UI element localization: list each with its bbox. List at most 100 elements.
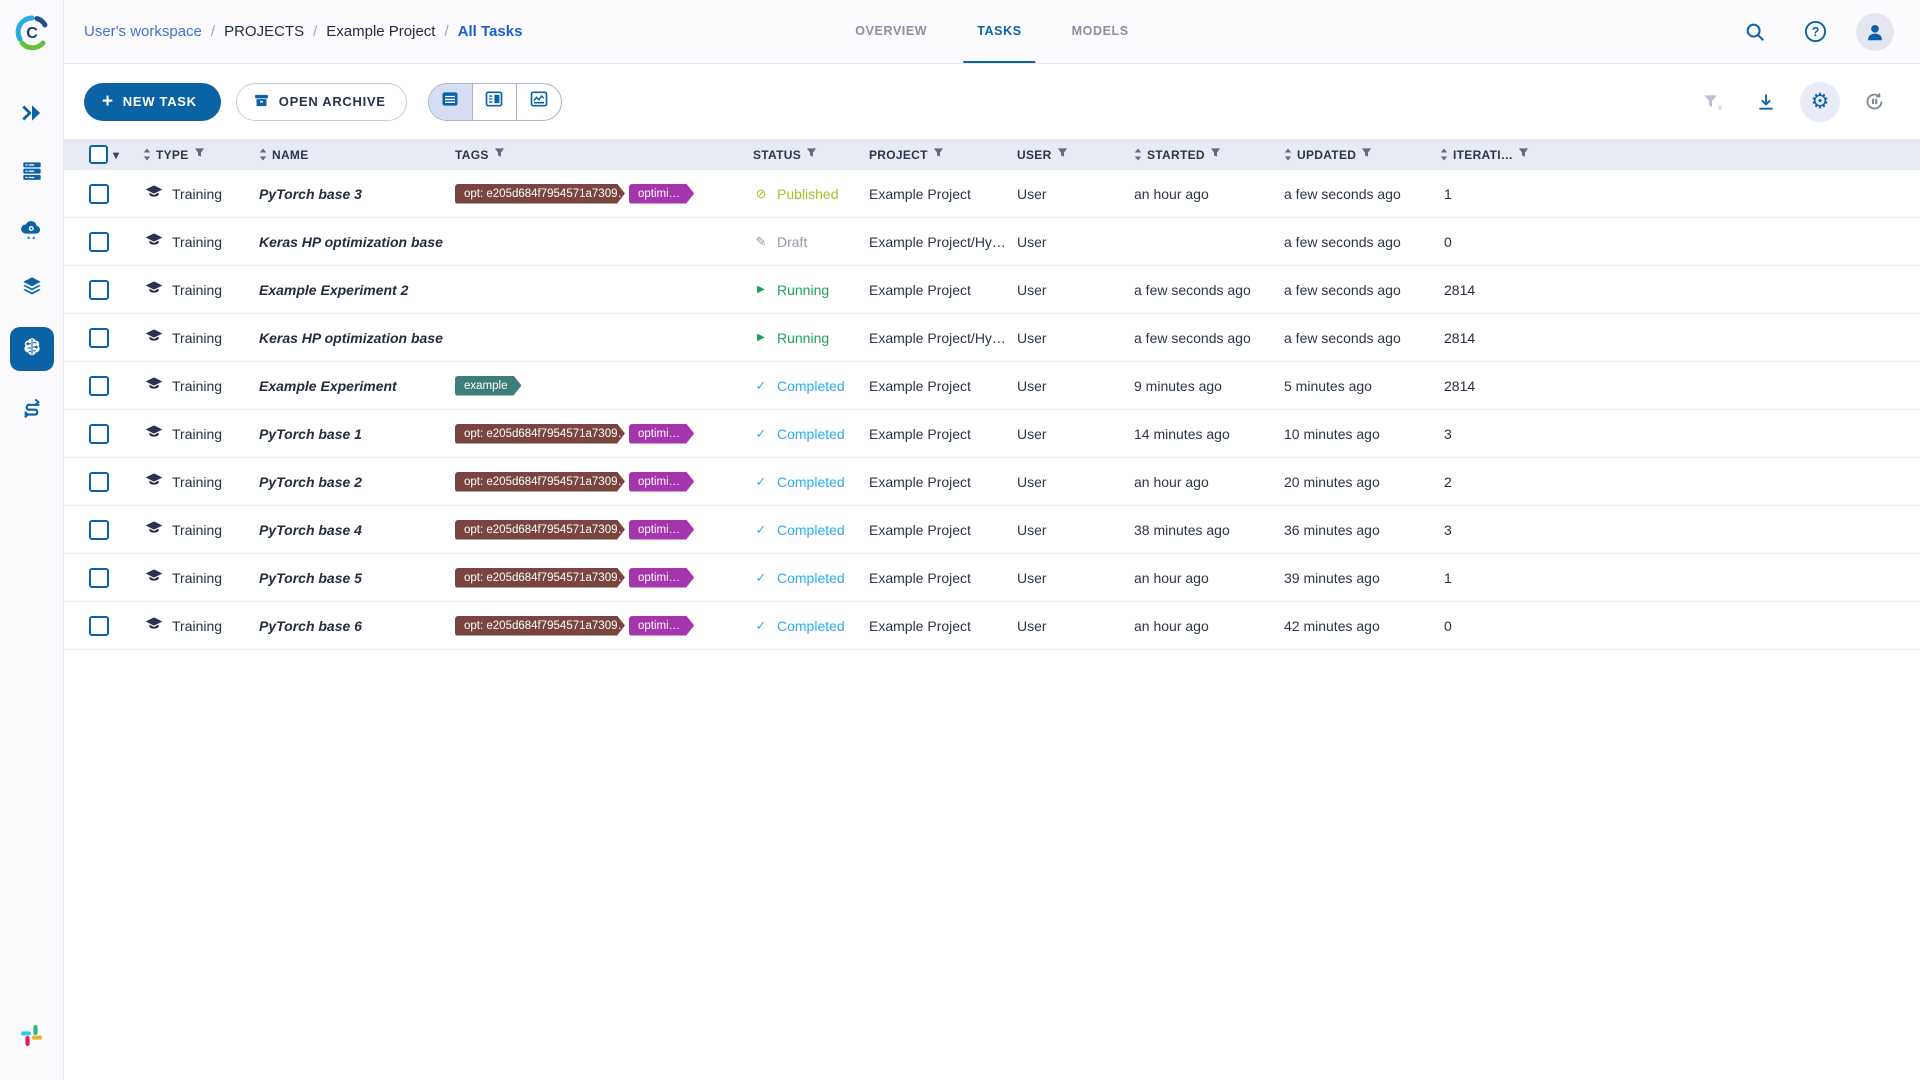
column-header-project: PROJECT [869, 147, 1017, 162]
table-row[interactable]: Training PyTorch base 3 opt: e205d684f7954… [64, 170, 1920, 218]
sidebar-item-projects[interactable] [9, 327, 54, 371]
row-checkbox[interactable] [89, 615, 109, 636]
user-cell-value: User [1017, 473, 1047, 490]
name-cell[interactable]: PyTorch base 6 [259, 618, 455, 634]
tag-badge[interactable]: opt: e205d684f7954571a7309… [455, 568, 625, 588]
name-cell[interactable]: Keras HP optimization base [259, 330, 455, 346]
name-cell[interactable]: Example Experiment [259, 378, 455, 394]
table-view-button[interactable] [428, 83, 473, 120]
project-cell: Example Project [869, 426, 1017, 442]
table-row[interactable]: Training PyTorch base 6 opt: e205d684f7954… [64, 602, 1920, 650]
sort-icon[interactable] [1440, 148, 1448, 161]
tag-badge[interactable]: optimi… [629, 616, 694, 636]
filter-icon[interactable] [806, 147, 817, 162]
user-avatar[interactable] [1856, 12, 1894, 51]
row-checkbox[interactable] [89, 327, 109, 348]
table-row[interactable]: Training PyTorch base 4 opt: e205d684f7954… [64, 506, 1920, 554]
project-cell-value: Example Project [869, 425, 971, 442]
tag-badge[interactable]: optimi… [629, 568, 694, 588]
new-task-button[interactable]: + NEW TASK [84, 82, 221, 121]
clearml-logo[interactable]: C [12, 12, 52, 57]
table-row[interactable]: Training PyTorch base 1 opt: e205d684f7954… [64, 410, 1920, 458]
download-icon[interactable] [1746, 82, 1786, 122]
search-icon[interactable] [1736, 13, 1774, 51]
filter-icon[interactable] [1361, 147, 1372, 162]
row-checkbox[interactable] [89, 183, 109, 204]
table-row[interactable]: Training Example Experiment 2 ▶ Running Exam… [64, 266, 1920, 314]
started-cell: an hour ago [1134, 570, 1284, 586]
tag-badge[interactable]: example [455, 376, 521, 396]
tag-badge[interactable]: opt: e205d684f7954571a7309… [455, 184, 625, 204]
name-cell[interactable]: Keras HP optimization base [259, 234, 455, 250]
table-row[interactable]: Training PyTorch base 5 opt: e205d684f7954… [64, 554, 1920, 602]
name-cell[interactable]: PyTorch base 4 [259, 522, 455, 538]
table-row[interactable]: Training PyTorch base 2 opt: e205d684f7954… [64, 458, 1920, 506]
table-row[interactable]: Training Keras HP optimization base ✎ Draft… [64, 218, 1920, 266]
sort-icon[interactable] [259, 148, 267, 161]
filter-icon[interactable] [1210, 147, 1221, 162]
name-cell[interactable]: PyTorch base 2 [259, 474, 455, 490]
started-cell-value: a few seconds ago [1134, 329, 1251, 346]
tag-badge[interactable]: optimi… [629, 424, 694, 444]
task-name: PyTorch base 2 [259, 473, 362, 490]
project-cell-value: Example Project [869, 281, 971, 298]
name-cell[interactable]: PyTorch base 3 [259, 186, 455, 202]
tab-overview[interactable]: OVERVIEW [841, 0, 941, 63]
sidebar-item-queues[interactable] [10, 153, 54, 193]
sort-icon[interactable] [1134, 148, 1142, 161]
row-checkbox[interactable] [89, 279, 109, 300]
select-all-checkbox[interactable] [89, 145, 108, 164]
filter-icon[interactable] [1518, 147, 1529, 162]
detail-view-button[interactable] [473, 83, 517, 120]
task-name: Keras HP optimization base [259, 233, 443, 250]
app-root: C User's workspace / PROJECTS / Example Proj… [0, 0, 1920, 1080]
breadcrumb-item[interactable]: User's workspace [84, 23, 202, 40]
row-checkbox[interactable] [89, 423, 109, 444]
compare-view-button[interactable] [517, 84, 561, 120]
row-checkbox[interactable] [89, 471, 109, 492]
tag-badge[interactable]: optimi… [629, 520, 694, 540]
name-cell[interactable]: PyTorch base 5 [259, 570, 455, 586]
started-cell-value: an hour ago [1134, 473, 1209, 490]
settings-gear-icon[interactable]: ⚙ [1800, 81, 1840, 122]
help-icon[interactable]: ? [1796, 13, 1834, 51]
tab-tasks[interactable]: TASKS [963, 0, 1036, 63]
row-checkbox[interactable] [89, 375, 109, 396]
sidebar-item-expand[interactable] [10, 95, 54, 135]
name-cell[interactable]: Example Experiment 2 [259, 282, 455, 298]
row-checkbox[interactable] [89, 231, 109, 252]
sidebar-item-pipelines[interactable] [10, 389, 54, 429]
breadcrumb-item[interactable]: Example Project [326, 23, 435, 40]
tag-badge[interactable]: opt: e205d684f7954571a7309… [455, 472, 625, 492]
breadcrumb-item[interactable]: PROJECTS [224, 23, 304, 40]
name-cell[interactable]: PyTorch base 1 [259, 426, 455, 442]
filter-icon[interactable] [194, 147, 205, 162]
iterations-cell: 2814 [1434, 282, 1920, 298]
sidebar-item-slack[interactable] [10, 1018, 54, 1058]
caret-down-icon[interactable]: ▾ [113, 148, 119, 162]
filter-icon[interactable] [1057, 147, 1068, 162]
filter-icon[interactable] [494, 147, 505, 162]
sort-icon[interactable] [1284, 148, 1292, 161]
row-checkbox[interactable] [89, 519, 109, 540]
open-archive-button[interactable]: OPEN ARCHIVE [235, 82, 407, 121]
filter-icon[interactable] [933, 147, 944, 162]
tag-badge[interactable]: opt: e205d684f7954571a7309… [455, 520, 625, 540]
user-cell-value: User [1017, 281, 1047, 298]
tag-badge[interactable]: opt: e205d684f7954571a7309… [455, 424, 625, 444]
auto-refresh-icon[interactable] [1854, 82, 1894, 122]
status-label: Completed [777, 425, 845, 442]
row-checkbox[interactable] [89, 567, 109, 588]
type-cell: Training [139, 230, 259, 253]
tab-models[interactable]: MODELS [1058, 0, 1143, 63]
table-row[interactable]: Training Keras HP optimization base ▶ Runni… [64, 314, 1920, 362]
tag-badge[interactable]: optimi… [629, 184, 694, 204]
sidebar-item-datasets[interactable] [10, 269, 54, 309]
tag-badge[interactable]: opt: e205d684f7954571a7309… [455, 616, 625, 636]
clear-filters-icon[interactable]: x [1692, 82, 1732, 122]
table-row[interactable]: Training Example Experiment example ✓ Comple… [64, 362, 1920, 410]
sort-icon[interactable] [143, 148, 151, 161]
tag-badge[interactable]: optimi… [629, 472, 694, 492]
status-label: Running [777, 281, 830, 298]
sidebar-item-cloud-services[interactable] [10, 211, 54, 251]
